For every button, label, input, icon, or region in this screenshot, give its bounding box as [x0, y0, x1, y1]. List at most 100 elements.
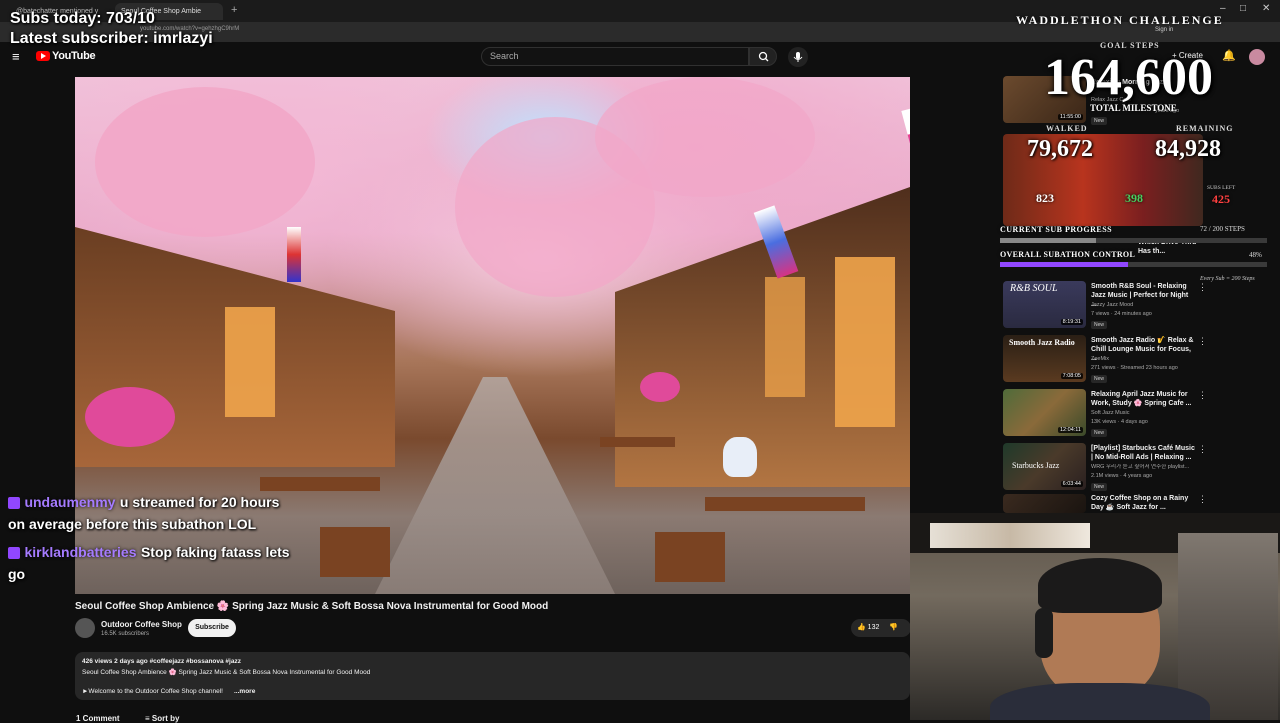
video-duration: 8:19:31 — [1060, 319, 1083, 325]
new-badge: New — [1091, 483, 1108, 491]
latest-subscriber: Latest subscriber: imrlazyi — [10, 30, 213, 47]
youtube-logo-icon[interactable] — [36, 51, 50, 61]
recommended-title[interactable]: Cozy Coffee Shop on a Rainy Day ☕ Soft J… — [1091, 494, 1196, 512]
recommended-thumbnail[interactable] — [1003, 494, 1086, 513]
current-sub-progress-value: 72 / 200 STEPS — [1200, 225, 1245, 233]
search-button[interactable] — [749, 47, 777, 66]
video-lit-window — [765, 277, 805, 397]
subs-today-counter: Subs today: 703/10 — [10, 10, 155, 27]
thumbnail-text: Starbucks Jazz — [1012, 461, 1060, 470]
recommended-channel[interactable]: ZeeMix — [1091, 356, 1109, 363]
video-flower-pot — [85, 387, 175, 447]
challenge-title: WADDLETHON CHALLENGE — [1016, 13, 1224, 27]
recommended-channel[interactable]: Soft Jazz Music — [1091, 410, 1130, 417]
avatar[interactable] — [1249, 49, 1265, 65]
video-table — [260, 477, 380, 491]
subs-left-label: SUBS LEFT — [1207, 185, 1236, 191]
subscribe-button[interactable]: Subscribe — [188, 619, 236, 637]
overall-subathon-percent: 48% — [1249, 251, 1262, 259]
subs-count-b: 398 — [1125, 191, 1143, 205]
more-options-icon[interactable]: ⋮ — [1198, 444, 1207, 455]
chat-message: undaumenmy u streamed for 20 hours — [8, 494, 279, 512]
sort-icon: ≡ — [145, 714, 152, 723]
recommended-channel[interactable]: Jazzy Jazz Mood — [1091, 302, 1133, 309]
more-options-icon[interactable]: ⋮ — [1198, 336, 1207, 347]
channel-name[interactable]: Outdoor Coffee Shop — [101, 620, 182, 629]
hamburger-menu-icon[interactable]: ≡ — [12, 49, 20, 64]
video-lit-window — [835, 257, 895, 427]
channel-avatar[interactable] — [75, 618, 95, 638]
video-table — [705, 497, 865, 511]
mic-icon — [793, 52, 803, 62]
notifications-bell-icon[interactable]: 🔔 — [1222, 49, 1236, 62]
walked-label: WALKED — [1046, 124, 1088, 133]
recommended-title[interactable]: [Playlist] Starbucks Café Music | No Mid… — [1091, 444, 1196, 462]
current-sub-progress-label: CURRENT SUB PROGRESS — [1000, 225, 1113, 234]
chat-message: kirklandbatteries Stop faking fatass let… — [8, 544, 290, 562]
video-stone-path — [375, 377, 615, 594]
comments-count: 1 Comment — [76, 714, 120, 723]
video-title: Seoul Coffee Shop Ambience 🌸 Spring Jazz… — [75, 601, 549, 612]
remaining-value: 84,928 — [1155, 136, 1221, 162]
new-badge: New — [1091, 117, 1108, 125]
new-badge: New — [1091, 375, 1108, 383]
description-line: Seoul Coffee Shop Ambience 🌸 Spring Jazz… — [82, 669, 371, 676]
views-and-date: 426 views 2 days ago #coffeejazz #bossan… — [82, 658, 241, 665]
more-options-icon[interactable]: ⋮ — [1198, 390, 1207, 401]
chat-text-continuation: on average before this subathon LOL — [8, 516, 257, 532]
voice-search-button[interactable] — [788, 47, 808, 67]
more-options-icon[interactable]: ⋮ — [1198, 494, 1207, 505]
goal-steps-value: 164,600 — [1044, 49, 1213, 106]
new-tab-button[interactable]: + — [231, 4, 237, 16]
description-line: ►Welcome to the Outdoor Coffee Shop chan… — [82, 688, 223, 695]
webcam-person-body — [990, 683, 1210, 720]
twitch-badge-icon — [8, 496, 20, 509]
channel-subscribers: 16.5K subscribers — [101, 631, 150, 637]
chat-username: undaumenmy — [24, 494, 116, 510]
overall-progress-fill — [1000, 262, 1128, 267]
close-window-button[interactable]: ✕ — [1262, 3, 1270, 14]
webcam-feed — [910, 513, 1280, 720]
maximize-button[interactable]: □ — [1240, 3, 1246, 14]
recommended-title[interactable]: Relaxing April Jazz Music for Work, Stud… — [1091, 390, 1196, 408]
webcam-person-hair — [1038, 558, 1162, 613]
recommended-meta: 2.1M views · 4 years ago — [1091, 473, 1153, 479]
recommended-thumbnail[interactable]: R&B SOUL 8:19:31 — [1003, 281, 1086, 328]
search-input[interactable]: Search — [481, 47, 749, 66]
video-duration: 6:03:44 — [1060, 481, 1083, 487]
video-duration: 11:55:00 — [1057, 114, 1083, 120]
more-options-icon[interactable]: ⋮ — [1198, 282, 1207, 293]
thumbnail-text: Smooth Jazz Radio — [1009, 338, 1075, 347]
webcam-shelf-items — [930, 523, 1090, 548]
video-lit-window — [225, 307, 275, 417]
new-badge: New — [1091, 429, 1108, 437]
show-more-link[interactable]: ...more — [234, 688, 255, 695]
like-count: 132 — [867, 624, 880, 631]
recommended-meta: 271 views · Streamed 23 hours ago — [1091, 365, 1178, 371]
youtube-logo-text[interactable]: YouTube — [52, 50, 96, 62]
walked-value: 79,672 — [1027, 136, 1093, 162]
subs-count-a: 823 — [1036, 191, 1054, 205]
subs-left-value: 425 — [1212, 192, 1230, 206]
video-duration: 7:08:05 — [1060, 373, 1083, 379]
sort-label: Sort by — [151, 714, 180, 723]
search-icon — [758, 51, 769, 62]
recommended-thumbnail[interactable]: 12:04:11 — [1003, 389, 1086, 436]
chat-username: kirklandbatteries — [24, 544, 137, 560]
new-badge: New — [1091, 321, 1108, 329]
sort-comments-button[interactable]: ≡ Sort by — [145, 714, 179, 723]
like-dislike-group: 👍 132 👎 — [851, 619, 911, 637]
recommended-channel[interactable]: WRG 우리가 듣고 싶어서 연주한 playlist... — [1091, 464, 1201, 471]
total-milestone-label: TOTAL MILESTONE — [1090, 103, 1177, 113]
video-cherry-blossom — [595, 77, 815, 197]
recommended-meta: 7 views · 24 minutes ago — [1091, 311, 1152, 317]
twitch-badge-icon — [8, 546, 20, 559]
like-button[interactable]: 👍 132 — [857, 624, 879, 631]
chat-text: u streamed for 20 hours — [119, 494, 280, 510]
video-table — [600, 437, 675, 447]
thumbs-down-icon[interactable]: 👎 — [889, 624, 898, 631]
recommended-thumbnail[interactable]: Smooth Jazz Radio 7:08:05 — [1003, 335, 1086, 382]
video-cherry-blossom — [95, 87, 315, 237]
recommended-thumbnail[interactable]: Starbucks Jazz 6:03:44 — [1003, 443, 1086, 490]
headphone-icon — [1035, 608, 1053, 658]
